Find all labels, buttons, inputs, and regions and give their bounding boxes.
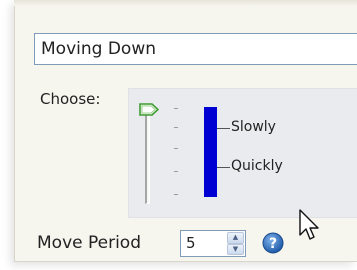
name-field[interactable]: Moving Down (34, 33, 357, 65)
chevron-up-icon[interactable]: ▲ (227, 232, 244, 244)
speed-indicator-bar (204, 107, 217, 197)
slider-tick (174, 171, 178, 172)
slider-tick (174, 148, 178, 149)
choose-label: Choose: (40, 90, 101, 108)
speed-slider-track[interactable] (145, 110, 150, 204)
move-period-value[interactable]: 5 (186, 234, 196, 252)
chevron-down-icon[interactable]: ▼ (227, 243, 244, 255)
slider-tick (174, 127, 178, 128)
move-period-stepper[interactable]: 5 ▲ ▼ (180, 230, 246, 257)
slider-tick (174, 108, 178, 109)
level-line-quickly (217, 167, 230, 168)
move-period-label: Move Period (37, 233, 142, 253)
window-edge (14, 0, 357, 6)
svg-text:?: ? (269, 236, 277, 252)
level-label-quickly: Quickly (231, 158, 283, 174)
level-line-slowly (217, 128, 230, 129)
speed-panel (128, 88, 357, 218)
slider-tick (174, 194, 178, 195)
slider-thumb-icon[interactable] (139, 103, 159, 116)
mouse-pointer-icon (299, 209, 319, 240)
stepper-buttons: ▲ ▼ (227, 232, 244, 255)
level-label-slowly: Slowly (231, 119, 276, 135)
help-question-icon[interactable]: ? (262, 232, 284, 254)
